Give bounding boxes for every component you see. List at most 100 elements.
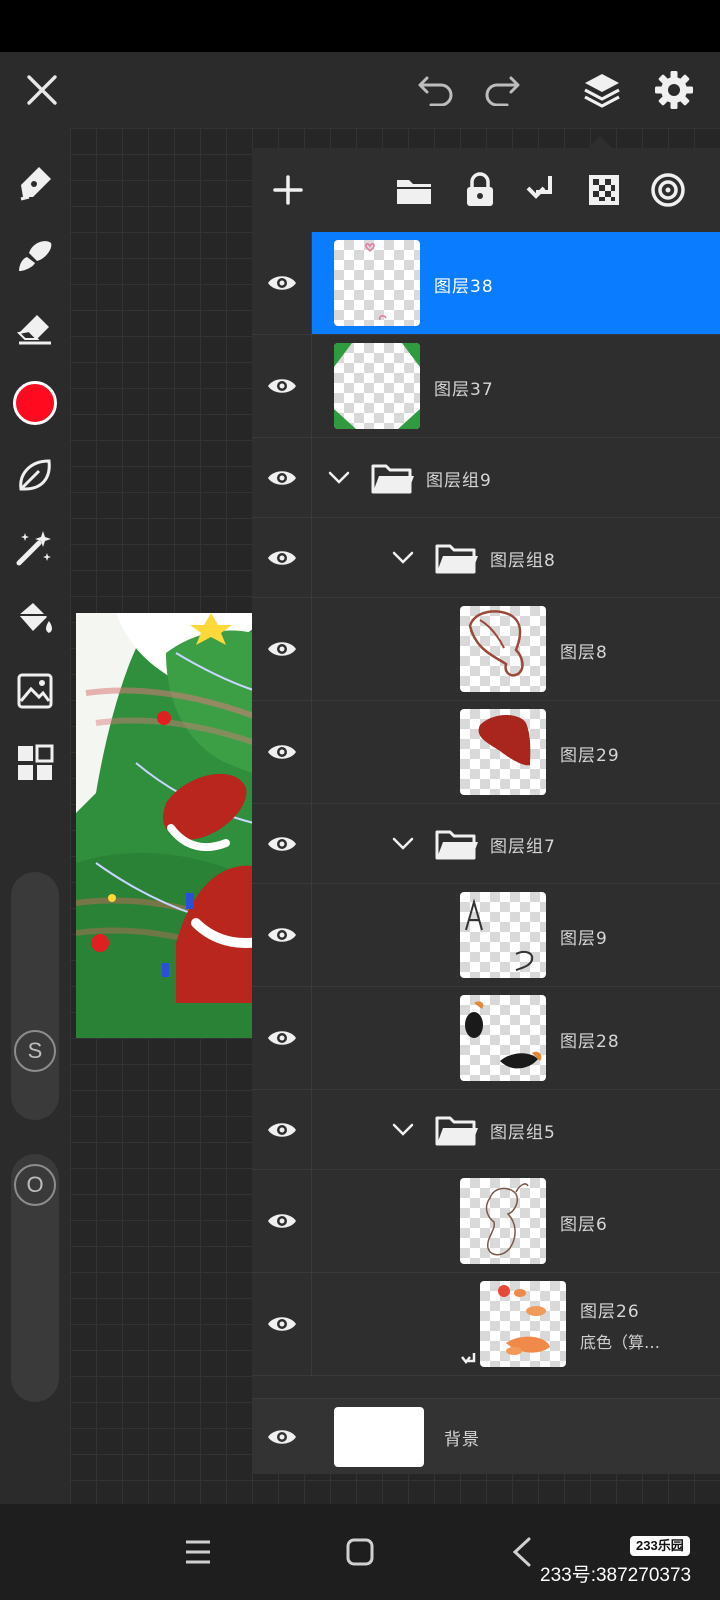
status-bar [0, 0, 720, 52]
layer-panel-toolbar [252, 148, 720, 232]
layer-thumbnail [460, 606, 546, 692]
layer-name: 图层6 [560, 1215, 608, 1235]
visibility-toggle[interactable] [252, 1170, 312, 1272]
grid-icon[interactable] [10, 738, 60, 788]
lock-icon[interactable] [456, 166, 504, 214]
folder-icon [434, 1112, 480, 1148]
layer-name: 图层28 [560, 1032, 620, 1052]
undo-icon[interactable] [412, 66, 460, 114]
visibility-toggle[interactable] [252, 804, 312, 883]
layer-group-row[interactable]: 图层组5 [252, 1090, 720, 1170]
chevron-down-icon[interactable] [390, 545, 416, 571]
layer-row[interactable]: 图层26 底色（算… [252, 1273, 720, 1376]
layer-name: 图层组9 [426, 471, 492, 491]
layer-thumbnail [460, 1178, 546, 1264]
smudge-icon[interactable] [10, 450, 60, 500]
visibility-toggle[interactable] [252, 1399, 312, 1475]
folder-icon[interactable] [390, 166, 438, 214]
chevron-down-icon[interactable] [390, 1117, 416, 1143]
layer-content[interactable]: 图层组8 [312, 518, 720, 597]
brush-size-slider[interactable]: S [11, 872, 59, 1120]
layers-icon[interactable] [578, 66, 626, 114]
visibility-toggle[interactable] [252, 232, 312, 334]
visibility-toggle[interactable] [252, 701, 312, 803]
eraser-icon[interactable] [10, 302, 60, 352]
layer-content[interactable]: 图层6 [312, 1170, 720, 1272]
layer-name: 图层29 [560, 746, 620, 766]
brush-opacity-knob[interactable]: O [14, 1164, 56, 1206]
layer-row[interactable]: 图层8 [252, 598, 720, 701]
layer-name: 背景 [444, 1430, 480, 1450]
blend-icon[interactable] [644, 166, 692, 214]
layer-row[interactable]: 图层6 [252, 1170, 720, 1273]
visibility-toggle[interactable] [252, 1090, 312, 1169]
fill-bucket-icon[interactable] [10, 594, 60, 644]
folder-icon [370, 460, 416, 496]
left-toolbar: S O [0, 128, 70, 1504]
magic-wand-icon[interactable] [10, 522, 60, 572]
background-layer-row[interactable]: 背景 [252, 1398, 720, 1474]
layer-content[interactable]: 图层26 底色（算… [312, 1273, 720, 1375]
folder-icon [434, 826, 480, 862]
layer-content[interactable]: 图层组9 [312, 438, 720, 517]
add-icon[interactable] [264, 166, 312, 214]
layer-panel: 图层38 图层37 图层组9 图层组8 图层8 图层29 图层组7 图层9 图层… [252, 148, 720, 1474]
layer-content[interactable]: 图层8 [312, 598, 720, 700]
layer-name: 图层37 [434, 380, 494, 400]
chevron-down-icon[interactable] [390, 831, 416, 857]
clipping-mask-icon [460, 1351, 478, 1377]
layer-name: 图层9 [560, 929, 608, 949]
color-swatch[interactable] [10, 378, 60, 428]
layer-row[interactable]: 图层9 [252, 884, 720, 987]
layer-content[interactable]: 图层38 [312, 232, 720, 334]
top-toolbar [0, 52, 720, 128]
brush-size-knob[interactable]: S [14, 1030, 56, 1072]
layer-content[interactable]: 图层组7 [312, 804, 720, 883]
layer-name: 图层组5 [490, 1123, 556, 1143]
panel-pointer [588, 136, 612, 148]
layer-content[interactable]: 图层9 [312, 884, 720, 986]
visibility-toggle[interactable] [252, 598, 312, 700]
close-icon[interactable] [18, 66, 66, 114]
layer-name: 图层38 [434, 277, 494, 297]
layer-group-row[interactable]: 图层组7 [252, 804, 720, 884]
pen-icon[interactable] [10, 158, 60, 208]
visibility-toggle[interactable] [252, 518, 312, 597]
layer-content[interactable]: 图层37 [312, 335, 720, 437]
merge-down-icon[interactable] [518, 166, 566, 214]
layer-name: 图层8 [560, 643, 608, 663]
brush-opacity-slider[interactable]: O [11, 1154, 59, 1402]
transparency-icon[interactable] [580, 166, 628, 214]
visibility-toggle[interactable] [252, 884, 312, 986]
watermark-id: 233号:387270373 [540, 1565, 692, 1586]
layer-thumbnail [460, 995, 546, 1081]
layer-content[interactable]: 图层28 [312, 987, 720, 1089]
recents-icon[interactable] [172, 1526, 224, 1578]
visibility-toggle[interactable] [252, 987, 312, 1089]
layer-name: 图层26 [580, 1302, 640, 1322]
layer-thumbnail [480, 1281, 566, 1367]
visibility-toggle[interactable] [252, 1273, 312, 1375]
image-icon[interactable] [10, 666, 60, 716]
home-icon[interactable] [334, 1526, 386, 1578]
layer-row[interactable]: 图层29 [252, 701, 720, 804]
watermark-badge: 233乐园 [630, 1536, 690, 1556]
layer-thumbnail [334, 343, 420, 429]
layer-group-row[interactable]: 图层组9 [252, 438, 720, 518]
redo-icon[interactable] [478, 66, 526, 114]
layer-group-row[interactable]: 图层组8 [252, 518, 720, 598]
layer-name: 图层组8 [490, 551, 556, 571]
background-thumbnail [334, 1407, 424, 1467]
layer-name: 图层组7 [490, 837, 556, 857]
layer-content[interactable]: 图层29 [312, 701, 720, 803]
layer-row[interactable]: 图层28 [252, 987, 720, 1090]
brush-icon[interactable] [10, 230, 60, 280]
chevron-down-icon[interactable] [326, 465, 352, 491]
layer-subtitle: 底色（算… [580, 1333, 661, 1352]
gear-icon[interactable] [650, 66, 698, 114]
visibility-toggle[interactable] [252, 438, 312, 517]
visibility-toggle[interactable] [252, 335, 312, 437]
layer-row[interactable]: 图层38 [252, 232, 720, 335]
layer-content[interactable]: 图层组5 [312, 1090, 720, 1169]
layer-row[interactable]: 图层37 [252, 335, 720, 438]
